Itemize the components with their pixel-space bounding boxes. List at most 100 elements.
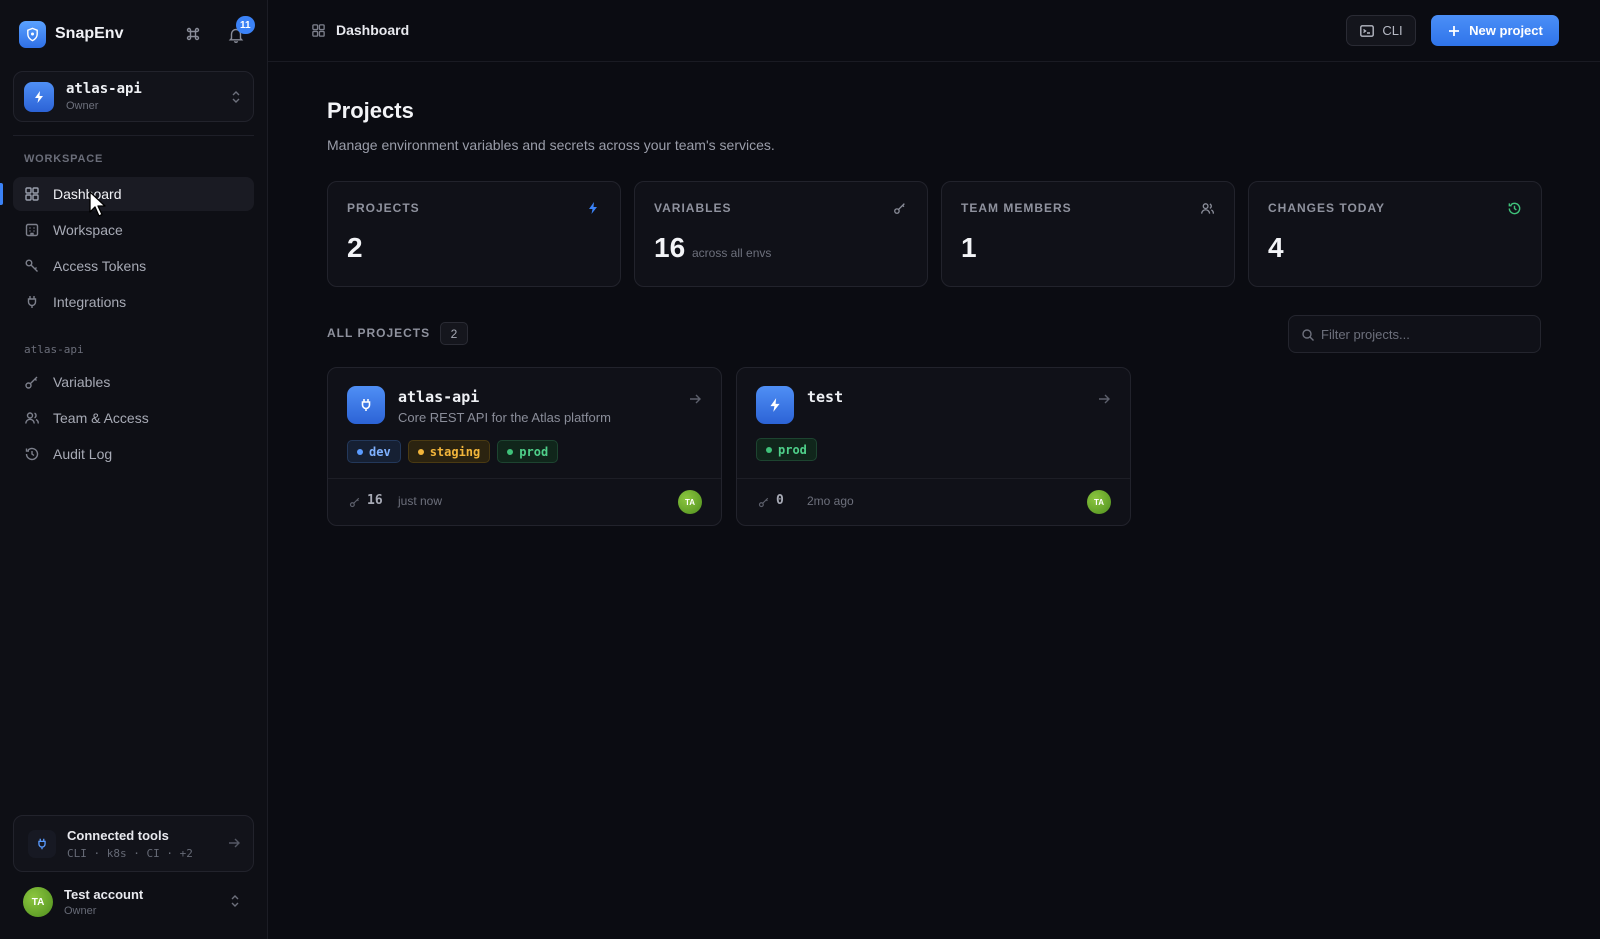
project-name: test	[807, 388, 844, 406]
bolt-icon	[24, 82, 54, 112]
terminal-icon	[1359, 23, 1375, 39]
stat-label: CHANGES TODAY	[1268, 201, 1386, 215]
project-section-label: atlas-api	[24, 343, 84, 356]
page-subtitle: Manage environment variables and secrets…	[327, 137, 775, 153]
key-icon	[24, 258, 40, 274]
cli-button-label: CLI	[1382, 23, 1403, 38]
env-tags: prod	[756, 438, 817, 461]
sidebar-item-label: Variables	[53, 374, 111, 390]
search-icon	[1302, 329, 1314, 341]
env-tag-prod[interactable]: prod	[497, 440, 559, 463]
project-name: atlas-api	[398, 388, 480, 406]
updated-time: 2mo ago	[807, 494, 854, 508]
stat-label: TEAM MEMBERS	[961, 201, 1072, 215]
sidebar-item-integrations[interactable]: Integrations	[13, 285, 254, 319]
chevron-up-down-icon	[231, 895, 239, 907]
sidebar-item-label: Access Tokens	[53, 258, 147, 274]
stat-label: PROJECTS	[347, 201, 420, 215]
sidebar-item-label: Audit Log	[53, 446, 113, 462]
status-dot	[507, 448, 514, 455]
command-icon[interactable]	[183, 24, 203, 44]
sidebar-item-team-access[interactable]: Team & Access	[13, 401, 254, 435]
sidebar-item-dashboard[interactable]: Dashboard	[13, 177, 254, 211]
plug-icon	[28, 830, 56, 858]
sidebar-item-audit-log[interactable]: Audit Log	[13, 437, 254, 471]
account-name: Test account	[64, 887, 144, 902]
account-role: Owner	[64, 905, 97, 917]
all-projects-label: ALL PROJECTS	[327, 326, 431, 340]
env-tag-label: dev	[369, 444, 391, 459]
sidebar-item-label: Team & Access	[53, 410, 149, 426]
status-dot	[417, 448, 424, 455]
env-tag-staging[interactable]: staging	[407, 440, 491, 463]
sidebar: SnapEnv 11 atlas-api Owner WORKSPACE Das…	[0, 0, 268, 939]
sidebar-divider	[13, 135, 254, 136]
card-divider	[737, 478, 1130, 479]
status-dot	[357, 448, 363, 455]
project-switcher-name: atlas-api	[66, 81, 142, 97]
plug-icon	[347, 386, 385, 424]
sidebar-item-label: Integrations	[53, 294, 127, 310]
filter-projects[interactable]	[1288, 315, 1541, 353]
avatar: TA	[678, 490, 702, 514]
stat-value: 16	[654, 232, 686, 263]
env-tag-label: prod	[778, 442, 807, 457]
brand[interactable]: SnapEnv	[19, 20, 123, 48]
key-icon	[758, 497, 769, 508]
account-menu[interactable]: TA Test account Owner	[13, 884, 254, 924]
env-tag-label: prod	[519, 444, 549, 459]
stat-card-variables: VARIABLES 16 across all envs	[634, 181, 928, 287]
status-dot	[766, 446, 772, 453]
stat-card-team-members: TEAM MEMBERS 1	[941, 181, 1235, 287]
filter-projects-input[interactable]	[1321, 316, 1531, 352]
new-project-button[interactable]: New project	[1431, 15, 1559, 46]
bolt-icon	[585, 200, 601, 216]
variable-count: 16	[367, 493, 383, 508]
breadcrumb: Dashboard	[310, 22, 409, 38]
new-project-button-label: New project	[1469, 23, 1543, 38]
avatar: TA	[1087, 490, 1111, 514]
history-icon	[24, 446, 40, 462]
cli-button[interactable]: CLI	[1346, 15, 1416, 46]
stat-card-changes-today: CHANGES TODAY 4	[1248, 181, 1542, 287]
connected-tools-card[interactable]: Connected tools CLI · k8s · CI · +2	[13, 815, 254, 872]
updated-time: just now	[398, 494, 443, 508]
project-switcher[interactable]: atlas-api Owner	[13, 71, 254, 122]
env-tags: dev staging prod	[347, 440, 559, 463]
mouse-cursor-icon	[89, 191, 106, 217]
env-tag-prod[interactable]: prod	[756, 438, 817, 461]
project-card-atlas-api[interactable]: atlas-api Core REST API for the Atlas pl…	[327, 367, 722, 526]
connected-tools-list: CLI · k8s · CI · +2	[67, 847, 193, 860]
grid-icon	[24, 186, 40, 202]
sidebar-item-access-tokens[interactable]: Access Tokens	[13, 249, 254, 283]
arrow-right-icon	[1099, 394, 1110, 404]
stat-card-projects: PROJECTS 2	[327, 181, 621, 287]
env-tag-dev[interactable]: dev	[347, 440, 401, 463]
users-icon	[1199, 200, 1215, 216]
project-switcher-role: Owner	[66, 100, 99, 112]
top-bar: Dashboard CLI New project	[268, 0, 1600, 62]
history-icon	[1506, 200, 1522, 216]
grid-icon	[310, 22, 326, 38]
project-card-test[interactable]: test prod 0 2mo ago TA	[736, 367, 1131, 526]
sidebar-item-workspace[interactable]: Workspace	[13, 213, 254, 247]
breadcrumb-current: Dashboard	[336, 22, 410, 38]
key-icon	[349, 497, 360, 508]
sidebar-item-variables[interactable]: Variables	[13, 365, 254, 399]
env-tag-label: staging	[429, 444, 481, 459]
snapenv-logo-icon	[19, 20, 46, 48]
sidebar-item-label: Workspace	[53, 222, 123, 238]
key-icon	[892, 200, 908, 216]
workspace-section-label: WORKSPACE	[24, 153, 104, 165]
users-icon	[24, 410, 40, 426]
projects-count-badge: 2	[440, 322, 468, 345]
key-icon	[24, 374, 40, 390]
plug-icon	[24, 294, 40, 310]
stat-value: 4	[1268, 232, 1284, 263]
active-indicator	[0, 183, 3, 205]
avatar: TA	[23, 887, 53, 917]
page-title: Projects	[327, 98, 414, 123]
variable-count: 0	[776, 493, 784, 508]
building-icon	[24, 222, 40, 238]
arrow-right-icon	[229, 838, 240, 848]
